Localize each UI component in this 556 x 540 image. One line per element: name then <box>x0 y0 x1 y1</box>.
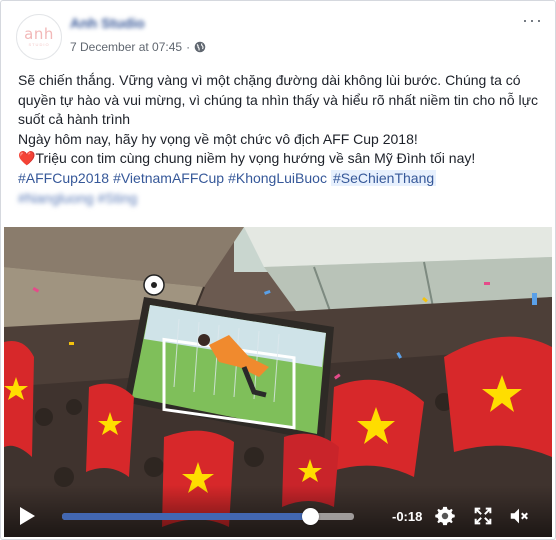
post-card: anh STUDIO Anh Studio 7 December at 07:4… <box>0 0 556 540</box>
more-horizontal-icon[interactable]: ··· <box>522 11 543 29</box>
meta-separator: · <box>186 40 191 54</box>
progress-bar[interactable] <box>62 508 354 525</box>
hashtag-list: #AFFCup2018 #VietnamAFFCup #KhongLuiBuoc #S… <box>18 169 543 189</box>
hashtag-link[interactable]: #Sting <box>98 190 138 206</box>
flag <box>86 383 134 477</box>
avatar-logo-sub: STUDIO <box>28 41 50 47</box>
post-line-text: Triệu con tim cùng chung niềm hy vọng hư… <box>35 150 476 167</box>
video-player[interactable]: -0:18 <box>4 227 552 537</box>
time-remaining: -0:18 <box>392 509 423 524</box>
play-icon[interactable] <box>20 507 35 525</box>
hashtag-link[interactable]: #AFFCup2018 <box>18 170 109 186</box>
post-meta: 7 December at 07:45 · <box>70 40 206 54</box>
flag <box>329 379 424 477</box>
video-controls: -0:18 <box>4 485 552 537</box>
globe-icon[interactable] <box>194 41 206 53</box>
flag <box>4 341 34 457</box>
flag <box>444 336 552 457</box>
volume-muted-icon[interactable] <box>508 505 530 527</box>
heart-icon: ❤️ <box>18 150 36 167</box>
post-paragraph: Ngày hôm nay, hãy hy vọng về một chức vô… <box>18 130 418 147</box>
page-avatar[interactable]: anh STUDIO <box>16 14 62 60</box>
hashtag-list-blurred: #Nangluong #Sting <box>18 189 543 209</box>
settings-gear-icon[interactable] <box>434 505 456 527</box>
hashtag-link[interactable]: #VietnamAFFCup <box>113 170 224 186</box>
post-timestamp[interactable]: 7 December at 07:45 <box>70 40 182 54</box>
post-paragraph: Sẽ chiến thắng. Vững vàng vì một chặng đ… <box>18 72 538 128</box>
avatar-logo: anh <box>24 24 54 43</box>
progress-scrubber[interactable] <box>302 508 320 525</box>
post-paragraph: ❤️Triệu con tim cùng chung niềm hy vọng … <box>18 149 543 169</box>
hashtag-link[interactable]: #SeChienThang <box>330 169 437 186</box>
fullscreen-icon[interactable] <box>472 505 494 527</box>
hashtag-link[interactable]: #KhongLuiBuoc <box>228 170 327 186</box>
page-name[interactable]: Anh Studio <box>70 15 145 31</box>
hashtag-link[interactable]: #Nangluong <box>18 190 94 206</box>
post-message: Sẽ chiến thắng. Vững vàng vì một chặng đ… <box>18 71 543 208</box>
progress-fill <box>62 513 311 520</box>
